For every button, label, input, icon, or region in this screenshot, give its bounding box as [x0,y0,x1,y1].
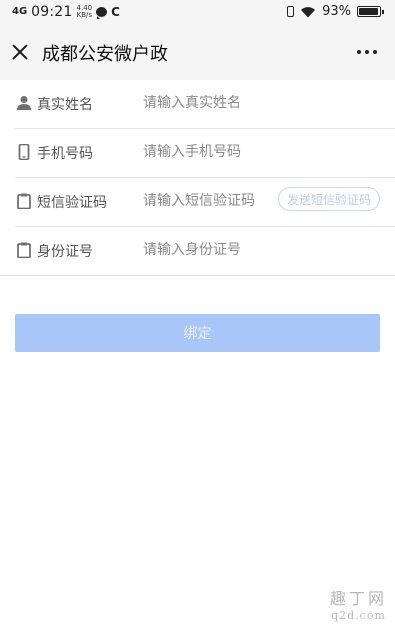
sms-code-input[interactable] [143,189,273,213]
more-options-button[interactable] [357,44,377,60]
name-input[interactable] [143,91,273,115]
wifi-icon [301,6,316,17]
status-bar: 4G 09:21 4.40 KB/s C 93% [0,0,395,24]
form-row-name: 真实姓名 [15,80,395,129]
watermark-url: q2d.com [331,609,386,622]
network-indicator: 4G [12,6,28,17]
clipboard-icon [17,193,31,209]
speed-unit: KB/s [76,11,93,19]
battery-fill [359,8,378,15]
phone-label: 手机号码 [37,146,93,162]
network-speed: 4.40 KB/s [77,5,93,19]
vibrate-icon [287,6,295,17]
header: 成都公安微户政 [0,24,395,80]
id-label: 身份证号 [37,244,93,260]
close-icon[interactable] [10,42,30,62]
bind-button[interactable]: 绑定 [15,314,380,352]
form-row-sms: 短信验证码 发送短信验证码 [15,178,395,227]
page-title: 成都公安微户政 [42,44,168,65]
status-right: 93% [287,4,384,19]
dot-icon [365,50,369,54]
id-number-input[interactable] [143,238,273,262]
bind-form: 真实姓名 手机号码 短信验证码 发送短信验证码 身份证号 [0,80,395,276]
message-icon [96,7,108,19]
dot-icon [357,50,361,54]
form-row-phone: 手机号码 [15,129,395,178]
phone-icon [18,144,30,160]
send-sms-button[interactable]: 发送短信验证码 [277,187,380,211]
name-label: 真实姓名 [37,97,93,113]
c-icon: C [111,5,120,19]
battery-icon [357,6,384,17]
form-row-id: 身份证号 [0,227,395,276]
watermark: 趣丁网 q2d.com [330,585,387,622]
phone-input[interactable] [143,140,273,164]
dot-icon [373,50,377,54]
sms-label: 短信验证码 [37,195,107,211]
clock: 09:21 [31,4,73,20]
watermark-logo: 趣丁网 [329,589,387,608]
clipboard-icon [17,242,31,258]
battery-percent: 93% [322,4,351,19]
person-icon [17,96,31,110]
status-left: 4G 09:21 4.40 KB/s C [12,4,120,20]
